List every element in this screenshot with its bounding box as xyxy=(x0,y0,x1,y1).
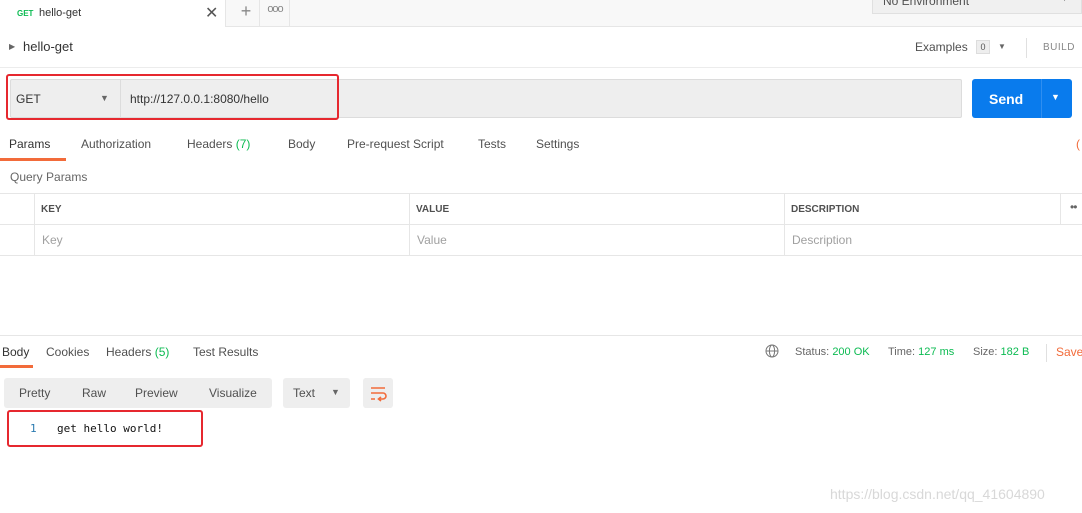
tab-authorization[interactable]: Authorization xyxy=(81,137,151,151)
close-icon[interactable]: ✕ xyxy=(205,3,218,23)
request-header: ▶ hello-get Examples 0 ▼ BUILD xyxy=(0,28,1082,68)
divider xyxy=(1026,38,1027,58)
more-options-icon[interactable]: •• xyxy=(1070,200,1077,214)
send-label: Send xyxy=(989,91,1024,107)
value-input[interactable]: Value xyxy=(409,225,785,256)
size-info: Size: 182 B xyxy=(973,346,1030,358)
examples-count-badge: 0 xyxy=(976,40,990,54)
table-row: Key Value Description xyxy=(0,225,1082,256)
new-tab-button[interactable]: + xyxy=(233,1,259,25)
params-table: KEY VALUE DESCRIPTION •• Key Value Descr… xyxy=(0,193,1082,256)
chevron-down-icon[interactable]: ▼ xyxy=(998,42,1006,51)
query-params-title: Query Params xyxy=(10,170,88,184)
format-select[interactable]: Text ▼ xyxy=(283,378,350,408)
size-value: 182 B xyxy=(1000,346,1030,358)
tab-body[interactable]: Body xyxy=(288,137,315,151)
tab-settings[interactable]: Settings xyxy=(536,137,579,151)
wrap-lines-icon[interactable] xyxy=(363,378,393,408)
request-tab[interactable]: GET hello-get ✕ xyxy=(0,0,226,27)
response-tab-cookies[interactable]: Cookies xyxy=(46,345,89,359)
tab-name: hello-get xyxy=(39,7,82,19)
expand-triangle-icon[interactable]: ▶ xyxy=(9,42,15,51)
request-tabs: Params Authorization Headers (7) Body Pr… xyxy=(0,130,1082,161)
tab-headers[interactable]: Headers (7) xyxy=(187,137,250,151)
key-input[interactable]: Key xyxy=(34,225,410,256)
tab-bar: GET hello-get ✕ + ooo No Environment ▼ xyxy=(0,0,1082,27)
response-headers-count: (5) xyxy=(154,345,170,359)
highlight-box xyxy=(6,74,339,120)
send-button[interactable]: Send ▼ xyxy=(972,79,1072,118)
response-tab-headers[interactable]: Headers (5) xyxy=(106,345,169,359)
tab-divider xyxy=(289,0,290,27)
view-visualize[interactable]: Visualize xyxy=(209,386,257,400)
table-header-row: KEY VALUE DESCRIPTION •• xyxy=(0,194,1082,225)
view-pretty[interactable]: Pretty xyxy=(19,386,50,400)
format-value: Text xyxy=(293,386,316,400)
divider xyxy=(1041,79,1042,118)
status-info: Status: 200 OK xyxy=(795,346,870,358)
value-column-header: VALUE xyxy=(409,194,785,225)
key-column-header: KEY xyxy=(34,194,410,225)
status-value: 200 OK xyxy=(832,346,870,358)
active-tab-indicator xyxy=(0,365,33,368)
build-button[interactable]: BUILD xyxy=(1043,42,1075,53)
view-raw[interactable]: Raw xyxy=(82,386,106,400)
description-input[interactable]: Description xyxy=(784,225,1082,256)
description-column-header: DESCRIPTION xyxy=(784,194,1061,225)
response-tab-test-results[interactable]: Test Results xyxy=(193,345,258,359)
save-response-button[interactable]: Save xyxy=(1056,345,1082,359)
active-tab-indicator xyxy=(0,158,66,161)
watermark: https://blog.csdn.net/qq_41604890 xyxy=(830,486,1045,502)
view-mode-selector: Pretty Raw Preview Visualize xyxy=(4,378,272,408)
view-preview[interactable]: Preview xyxy=(135,386,178,400)
more-tabs-icon[interactable]: ooo xyxy=(262,3,288,23)
cookies-link-edge[interactable]: ( xyxy=(1076,137,1080,151)
tab-tests[interactable]: Tests xyxy=(478,137,506,151)
divider xyxy=(1046,344,1047,362)
examples-label[interactable]: Examples xyxy=(915,40,968,54)
globe-icon[interactable] xyxy=(765,344,779,358)
tab-method: GET xyxy=(17,9,34,18)
environment-label: No Environment xyxy=(883,0,970,8)
tab-divider xyxy=(259,0,260,27)
bulk-edit-cell: •• xyxy=(1060,194,1082,225)
tab-params[interactable]: Params xyxy=(9,137,50,151)
request-title: hello-get xyxy=(23,39,73,54)
highlight-box xyxy=(7,410,203,447)
tab-pre-request-script[interactable]: Pre-request Script xyxy=(347,137,444,151)
time-info: Time: 127 ms xyxy=(888,346,955,358)
time-value: 127 ms xyxy=(918,346,955,358)
headers-count: (7) xyxy=(235,137,251,151)
response-tab-body[interactable]: Body xyxy=(2,345,29,359)
chevron-down-icon: ▼ xyxy=(331,387,340,397)
environment-select[interactable]: No Environment ▼ xyxy=(872,0,1082,14)
chevron-down-icon[interactable]: ▼ xyxy=(1051,92,1060,102)
